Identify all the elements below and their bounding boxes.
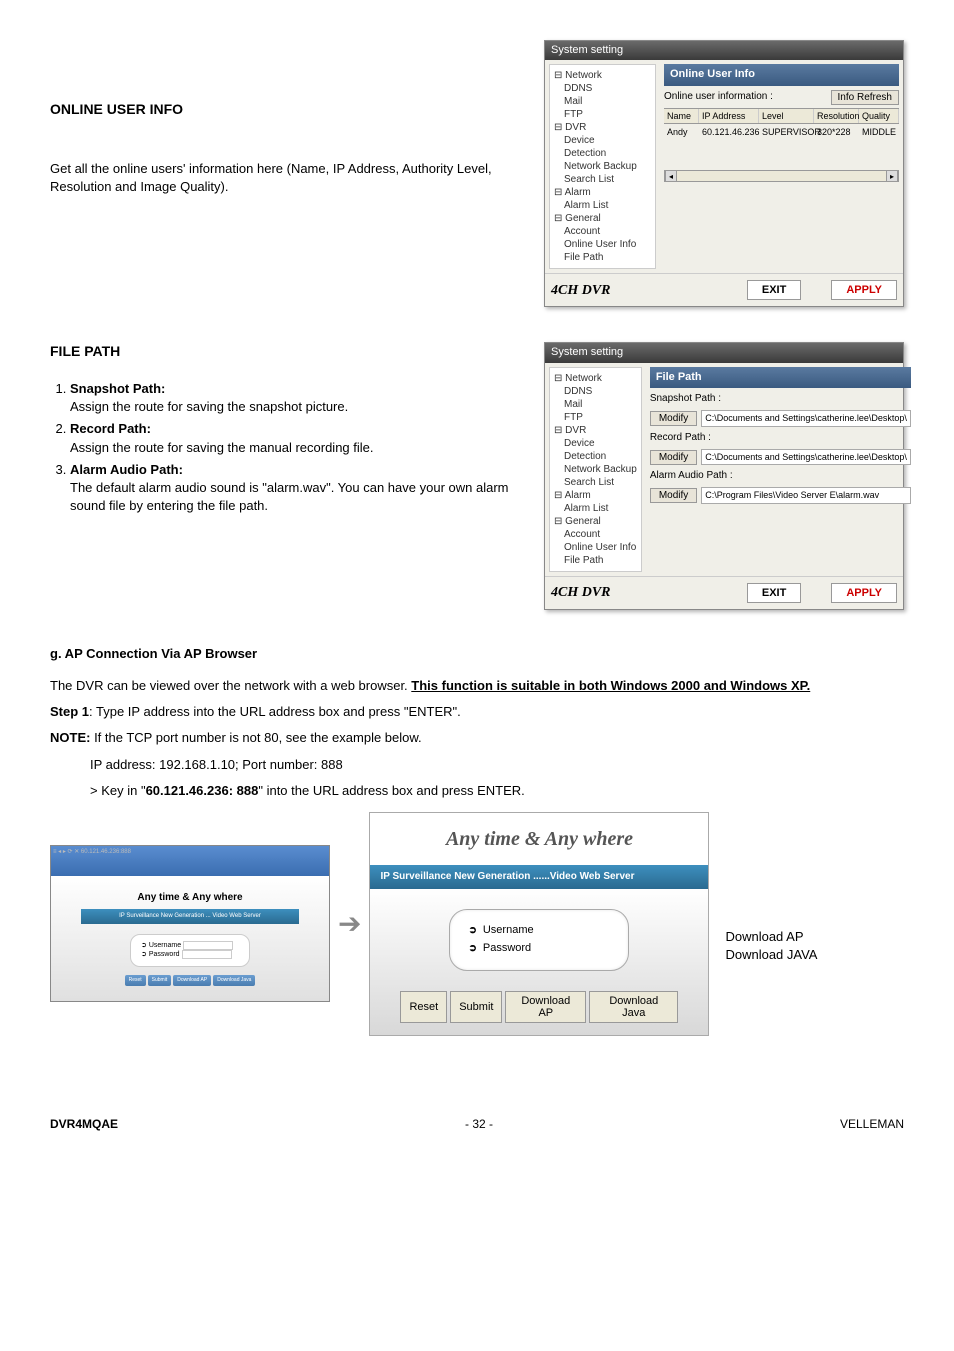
note-line: NOTE: If the TCP port number is not 80, … xyxy=(50,729,904,747)
exit-button[interactable]: EXIT xyxy=(747,280,801,300)
record-path-label: Record Path : xyxy=(650,431,911,445)
arrow-icon: ➔ xyxy=(338,904,361,943)
section-title: FILE PATH xyxy=(50,342,534,362)
online-user-info-section: ONLINE USER INFO Get all the online user… xyxy=(50,40,904,307)
footer-model: DVR4MQAE xyxy=(50,1116,118,1133)
bullet-icon: ➲ xyxy=(468,942,476,956)
panel-title: File Path xyxy=(650,367,911,388)
apply-button[interactable]: APPLY xyxy=(831,583,897,603)
exit-button[interactable]: EXIT xyxy=(747,583,801,603)
login-big-title: Any time & Any where xyxy=(370,813,708,865)
alarm-audio-input[interactable]: C:\Program Files\Video Server E\alarm.wa… xyxy=(701,487,911,504)
login-big-subtitle: IP Surveillance New Generation ......Vid… xyxy=(370,865,708,889)
password-input[interactable] xyxy=(182,950,232,959)
dialog-titlebar: System setting xyxy=(545,343,903,362)
panel-title: Online User Info xyxy=(664,64,899,85)
download-java-button[interactable]: Download Java xyxy=(589,991,678,1023)
mini-button[interactable]: Submit xyxy=(148,975,172,986)
list-item: Snapshot Path: Assign the route for savi… xyxy=(70,380,534,416)
brand-label: 4CH DVR xyxy=(551,281,611,301)
username-input[interactable] xyxy=(183,941,233,950)
record-path-input[interactable]: C:\Documents and Settings\catherine.lee\… xyxy=(701,449,911,466)
ip-line: IP address: 192.168.1.10; Port number: 8… xyxy=(90,756,904,774)
user-table-header: Name IP Address Level Resolution Quality xyxy=(664,108,899,125)
settings-tree[interactable]: ⊟ Network DDNS Mail FTP ⊟ DVR Device Det… xyxy=(549,367,642,572)
login-screenshots-row: ≡ ◂ ▸ ⟳ ✕ 60.121.46.236:888 Any time & A… xyxy=(50,812,904,1036)
modify-button[interactable]: Modify xyxy=(650,450,697,465)
footer-page: - 32 - xyxy=(465,1116,493,1133)
bullet-icon: ➲ xyxy=(468,924,476,938)
info-text: Online user information : xyxy=(664,90,773,104)
reset-button[interactable]: Reset xyxy=(400,991,447,1023)
download-ap-button[interactable]: Download AP xyxy=(505,991,586,1023)
apply-button[interactable]: APPLY xyxy=(831,280,897,300)
file-path-dialog: System setting ⊟ Network DDNS Mail FTP ⊟… xyxy=(544,342,904,609)
horizontal-scrollbar[interactable]: ◂▸ xyxy=(664,170,899,182)
modify-button[interactable]: Modify xyxy=(650,488,697,503)
dialog-titlebar: System setting xyxy=(545,41,903,60)
login-mini-subtitle: IP Surveillance New Generation ... Video… xyxy=(81,909,299,923)
login-mini-form: ➲ Username ➲ Password xyxy=(130,934,250,968)
section-g-desc: The DVR can be viewed over the network w… xyxy=(50,677,904,695)
login-screenshot-big: Any time & Any where IP Surveillance New… xyxy=(369,812,709,1036)
file-path-section: FILE PATH Snapshot Path: Assign the rout… xyxy=(50,342,904,609)
alarm-audio-label: Alarm Audio Path : xyxy=(650,469,911,483)
mini-button[interactable]: Download AP xyxy=(173,975,211,986)
brand-label: 4CH DVR xyxy=(551,583,611,603)
section-g-title: g. AP Connection Via AP Browser xyxy=(50,645,904,663)
snapshot-path-label: Snapshot Path : xyxy=(650,392,911,406)
modify-button[interactable]: Modify xyxy=(650,411,697,426)
mini-button[interactable]: Reset xyxy=(125,975,146,986)
step-1: Step 1: Type IP address into the URL add… xyxy=(50,703,904,721)
page-footer: DVR4MQAE - 32 - VELLEMAN xyxy=(50,1116,904,1133)
list-item: Record Path: Assign the route for saving… xyxy=(70,420,534,456)
browser-chrome: ≡ ◂ ▸ ⟳ ✕ 60.121.46.236:888 xyxy=(51,846,329,876)
key-line: > Key in "60.121.46.236: 888" into the U… xyxy=(90,782,904,800)
section-title: ONLINE USER INFO xyxy=(50,100,534,120)
list-item: Alarm Audio Path: The default alarm audi… xyxy=(70,461,534,516)
snapshot-path-input[interactable]: C:\Documents and Settings\catherine.lee\… xyxy=(701,410,911,427)
submit-button[interactable]: Submit xyxy=(450,991,502,1023)
ap-connection-section: g. AP Connection Via AP Browser The DVR … xyxy=(50,645,904,1036)
mini-button[interactable]: Download Java xyxy=(213,975,255,986)
online-user-dialog: System setting ⊟ Network DDNS Mail FTP ⊟… xyxy=(544,40,904,307)
settings-tree[interactable]: ⊟ Network DDNS Mail FTP ⊟ DVR Device Det… xyxy=(549,64,656,269)
download-callout: Download AP Download JAVA xyxy=(725,883,817,964)
browser-screenshot-mini: ≡ ◂ ▸ ⟳ ✕ 60.121.46.236:888 Any time & A… xyxy=(50,845,330,1002)
login-mini-title: Any time & Any where xyxy=(81,891,299,905)
footer-brand: VELLEMAN xyxy=(840,1116,904,1133)
table-row[interactable]: Andy 60.121.46.236 SUPERVISOR 320*228 MI… xyxy=(664,124,899,140)
login-box: ➲ Username ➲ Password xyxy=(449,909,629,971)
section-description: Get all the online users' information he… xyxy=(50,160,534,196)
info-refresh-button[interactable]: Info Refresh xyxy=(831,90,899,105)
